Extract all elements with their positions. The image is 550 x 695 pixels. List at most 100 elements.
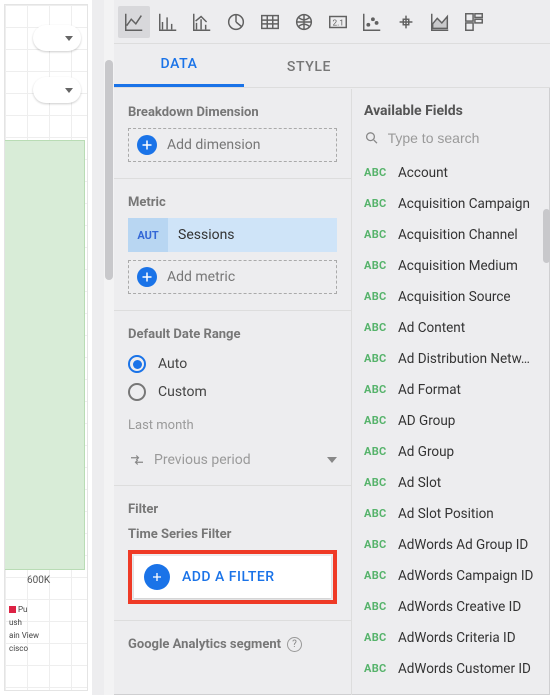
metric-chip[interactable]: AUT Sessions	[128, 218, 337, 252]
field-item[interactable]: ABCAdWords Creative ID	[352, 591, 550, 622]
field-label: Ad Slot Position	[398, 506, 494, 522]
radio-icon	[128, 355, 146, 373]
metric-type-badge: AUT	[128, 218, 168, 252]
tab-data[interactable]: DATA	[114, 56, 244, 87]
add-metric-button[interactable]: Add metric	[128, 260, 337, 294]
preview-chip[interactable]	[33, 77, 81, 103]
field-label: Account	[398, 165, 448, 181]
section-metric-title: Metric	[128, 195, 337, 210]
field-type-abc-icon: ABC	[364, 445, 388, 458]
field-label: Ad Distribution Netw…	[398, 351, 530, 367]
panel-tabs: DATA STYLE	[114, 44, 550, 88]
section-daterange-title: Default Date Range	[128, 327, 337, 342]
field-type-abc-icon: ABC	[364, 569, 388, 582]
plus-icon	[137, 135, 157, 155]
field-type-abc-icon: ABC	[364, 414, 388, 427]
field-label: AdWords Creative ID	[398, 599, 521, 615]
daterange-custom[interactable]: Custom	[128, 378, 337, 406]
compare-period-select[interactable]: Previous period	[128, 451, 337, 469]
field-item[interactable]: ABC AdWords Customer ID	[352, 653, 550, 684]
field-label: AdWords Customer ID	[398, 661, 531, 677]
add-metric-label: Add metric	[167, 269, 235, 285]
preview-chip[interactable]	[33, 25, 81, 51]
field-type-abc-icon: ABC	[364, 476, 388, 489]
field-item[interactable]: ABCAdWords Criteria ID	[352, 622, 550, 653]
radio-icon	[128, 383, 146, 401]
field-type-abc-icon: ABC	[364, 507, 388, 520]
field-item[interactable]: ABC Ad Content	[352, 312, 550, 343]
tab-style[interactable]: STYLE	[244, 59, 374, 87]
daterange-auto[interactable]: Auto	[128, 350, 337, 378]
daterange-summary: Last month	[128, 418, 337, 433]
field-type-abc-icon: ABC	[364, 631, 388, 644]
field-label: AdWords Ad Group ID	[398, 537, 528, 553]
chart-type-toolbar: 2.1	[114, 0, 550, 44]
chart-type-area[interactable]	[424, 6, 456, 38]
field-type-abc-icon: ABC	[364, 228, 388, 241]
section-ga-segment-title: Google Analytics segment	[128, 637, 281, 652]
field-label: AdWords Campaign ID	[398, 568, 533, 584]
fields-search-input[interactable]	[388, 130, 538, 146]
metric-label: Sessions	[168, 218, 337, 252]
chart-type-combo[interactable]	[186, 6, 218, 38]
chart-type-bar[interactable]	[152, 6, 184, 38]
canvas-preview: 600K Pu ush ain View cisco	[0, 0, 92, 695]
add-dimension-button[interactable]: Add dimension	[128, 128, 337, 162]
chevron-down-icon	[327, 457, 337, 463]
field-item[interactable]: ABC Ad Format	[352, 374, 550, 405]
field-item[interactable]: ABC Ad Slot	[352, 467, 550, 498]
field-label: Ad Group	[398, 444, 454, 460]
field-item[interactable]: ABC Acquisition Channel	[352, 219, 550, 250]
add-dimension-label: Add dimension	[167, 137, 260, 153]
plus-icon	[137, 267, 157, 287]
svg-text:2.1: 2.1	[333, 18, 344, 28]
chart-type-scatter[interactable]	[356, 6, 388, 38]
field-label: Acquisition Medium	[398, 258, 518, 274]
field-item[interactable]: ABC AdWords Campaign ID	[352, 560, 550, 591]
available-fields-title: Available Fields	[364, 103, 538, 119]
field-item[interactable]: ABC AD Group	[352, 405, 550, 436]
field-label: Acquisition Channel	[398, 227, 518, 243]
field-type-abc-icon: ABC	[364, 352, 388, 365]
field-item[interactable]: ABCAdWords Ad Group ID	[352, 529, 550, 560]
field-item[interactable]: ABCAcquisition Campaign	[352, 188, 550, 219]
field-label: Ad Format	[398, 382, 461, 398]
section-breakdown-title: Breakdown Dimension	[128, 105, 337, 120]
chart-type-pie[interactable]	[220, 6, 252, 38]
field-type-abc-icon: ABC	[364, 259, 388, 272]
field-label: Acquisition Campaign	[398, 196, 530, 212]
field-item[interactable]: ABC Acquisition Medium	[352, 250, 550, 281]
field-label: AD Group	[398, 413, 455, 429]
field-label: Acquisition Source	[398, 289, 511, 305]
filter-subtitle: Time Series Filter	[128, 527, 337, 542]
compare-arrows-icon	[128, 451, 146, 469]
field-item[interactable]: ABC Ad Group	[352, 436, 550, 467]
add-filter-button[interactable]: ADD A FILTER	[134, 556, 331, 598]
field-item[interactable]: ABC Ad Distribution Netw…	[352, 343, 550, 374]
plus-icon	[144, 564, 170, 590]
field-type-abc-icon: ABC	[364, 321, 388, 334]
tutorial-highlight: ADD A FILTER	[128, 550, 337, 604]
field-item[interactable]: ABC Ad Slot Position	[352, 498, 550, 529]
chart-type-pivot[interactable]	[458, 6, 490, 38]
chart-type-scorecard[interactable]: 2.1	[322, 6, 354, 38]
section-filter-title: Filter	[128, 502, 337, 517]
preview-axis-label: 600K	[27, 575, 50, 586]
available-fields-panel: Available Fields ABCAccountABCAcquisitio…	[352, 89, 550, 695]
field-type-abc-icon: ABC	[364, 383, 388, 396]
field-label: Ad Content	[398, 320, 465, 336]
field-type-abc-icon: ABC	[364, 662, 388, 675]
chart-type-bullet[interactable]	[390, 6, 422, 38]
fields-scrollbar[interactable]	[543, 209, 550, 263]
panel-scrollbar[interactable]	[104, 0, 114, 695]
chart-type-geo[interactable]	[288, 6, 320, 38]
fields-search[interactable]	[364, 129, 538, 147]
field-label: Ad Slot	[398, 475, 441, 491]
search-icon	[364, 129, 380, 147]
chart-type-table[interactable]	[254, 6, 286, 38]
field-item[interactable]: ABC Acquisition Source	[352, 281, 550, 312]
field-item[interactable]: ABCAccount	[352, 157, 550, 188]
field-type-abc-icon: ABC	[364, 290, 388, 303]
chart-type-time-series[interactable]	[118, 6, 150, 38]
help-icon[interactable]: ?	[287, 637, 302, 652]
